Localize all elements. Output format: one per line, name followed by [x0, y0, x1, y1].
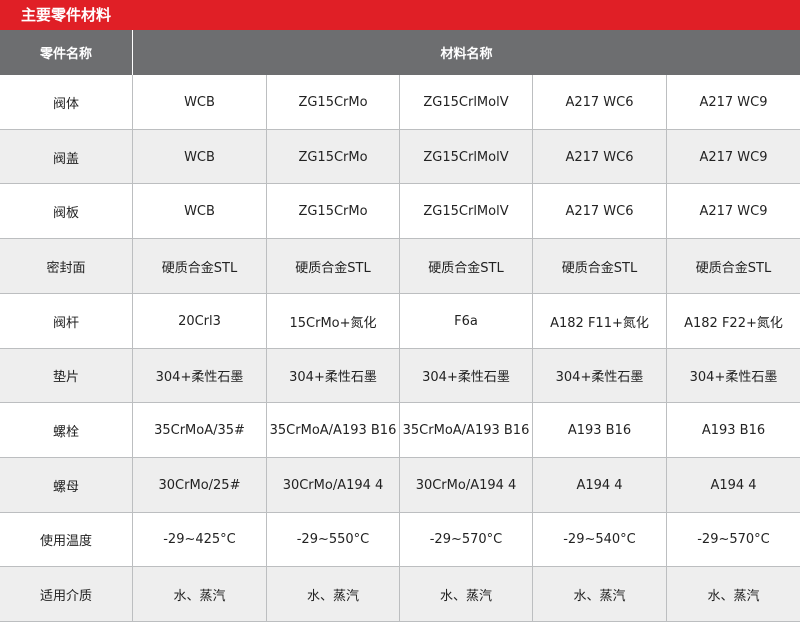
material-cell: A217 WC6	[533, 184, 667, 240]
material-cell: A217 WC6	[533, 129, 667, 185]
table-row: 使用温度 -29~425°C -29~550°C -29~570°C -29~540°C…	[0, 512, 800, 568]
material-cell: 304+柔性石墨	[133, 348, 267, 404]
material-cell: A182 F22+氮化	[684, 315, 783, 331]
material-cell: A194 4	[710, 477, 757, 493]
material-cell: 304+柔性石墨	[400, 348, 533, 404]
material-cell: 水、蒸汽	[533, 567, 667, 622]
material-cell: A182 F11+氮化	[533, 293, 667, 349]
material-cell: A217 WC9	[699, 94, 768, 110]
material-cell: ZG15CrlMolV	[400, 184, 533, 240]
material-cell: A193 B16	[533, 403, 667, 458]
material-cell: ZG15CrMo	[267, 129, 400, 185]
material-cell: 35CrMoA/A193 B16	[267, 403, 400, 458]
material-cell: A217 WC6	[533, 75, 667, 130]
part-name-cell: 螺栓	[0, 403, 133, 458]
material-cell: 水、蒸汽	[267, 567, 400, 622]
table-row: 阀体 WCB ZG15CrMo ZG15CrlMolV A217 WC6 A217 WC9	[0, 75, 800, 130]
material-cell: A217 WC9	[699, 149, 768, 165]
part-name-cell: 阀体	[0, 75, 133, 130]
material-cell: ZG15CrlMolV	[400, 75, 533, 130]
material-cell: 35CrMoA/A193 B16	[400, 403, 533, 458]
table-row: 垫片 304+柔性石墨 304+柔性石墨 304+柔性石墨 304+柔性石墨 304+柔性…	[0, 348, 800, 404]
material-cell: 30CrMo/A194 4	[267, 457, 400, 513]
material-cell: 水、蒸汽	[133, 567, 267, 622]
material-cell: WCB	[133, 129, 267, 185]
material-cell: 硬质合金STL	[267, 239, 400, 294]
material-cell: -29~570°C	[400, 512, 533, 568]
header-part-name: 零件名称	[0, 30, 133, 75]
material-cell: 硬质合金STL	[695, 260, 772, 276]
material-cell: A193 B16	[701, 423, 766, 439]
table-row: 密封面 硬质合金STL 硬质合金STL 硬质合金STL 硬质合金STL 硬质合金STL	[0, 239, 800, 294]
material-cell: -29~550°C	[267, 512, 400, 568]
material-cell: WCB	[133, 75, 267, 130]
material-cell: WCB	[133, 184, 267, 240]
page-title: 主要零件材料	[21, 6, 112, 24]
material-cell: 304+柔性石墨	[267, 348, 400, 404]
material-cell: -29~425°C	[133, 512, 267, 568]
part-name-cell: 适用介质	[0, 567, 133, 622]
table-row: 阀板 WCB ZG15CrMo ZG15CrlMolV A217 WC6 A217 WC9	[0, 184, 800, 240]
material-cell: 水、蒸汽	[707, 589, 760, 605]
material-cell: 30CrMo/25#	[133, 457, 267, 513]
part-name-cell: 使用温度	[0, 512, 133, 568]
material-cell: 硬质合金STL	[400, 239, 533, 294]
material-cell: 20Crl3	[133, 293, 267, 349]
table-row: 适用介质 水、蒸汽 水、蒸汽 水、蒸汽 水、蒸汽 水、蒸汽	[0, 567, 800, 622]
table-row: 螺母 30CrMo/25# 30CrMo/A194 4 30CrMo/A194 4 A1…	[0, 457, 800, 513]
title-bar: 主要零件材料	[0, 0, 800, 30]
material-cell: 304+柔性石墨	[533, 348, 667, 404]
material-cell: F6a	[400, 293, 533, 349]
material-cell: ZG15CrMo	[267, 184, 400, 240]
material-cell: 硬质合金STL	[533, 239, 667, 294]
material-cell: 水、蒸汽	[400, 567, 533, 622]
part-name-cell: 螺母	[0, 457, 133, 513]
table-row: 阀盖 WCB ZG15CrMo ZG15CrlMolV A217 WC6 A217 WC9	[0, 129, 800, 185]
material-cell: 15CrMo+氮化	[267, 293, 400, 349]
material-cell: A194 4	[533, 457, 667, 513]
part-name-cell: 阀杆	[0, 293, 133, 349]
material-cell: ZG15CrlMolV	[400, 129, 533, 185]
material-cell: 304+柔性石墨	[689, 370, 778, 386]
material-cell: A217 WC9	[699, 204, 768, 220]
material-cell: 30CrMo/A194 4	[400, 457, 533, 513]
material-cell: 35CrMoA/35#	[133, 403, 267, 458]
table-row: 螺栓 35CrMoA/35# 35CrMoA/A193 B16 35CrMoA/A19…	[0, 403, 800, 458]
material-cell: -29~570°C	[697, 532, 770, 548]
header-material-name: 材料名称	[133, 30, 800, 75]
part-name-cell: 阀盖	[0, 129, 133, 185]
material-cell: ZG15CrMo	[267, 75, 400, 130]
part-name-cell: 垫片	[0, 348, 133, 404]
part-name-cell: 密封面	[0, 239, 133, 294]
material-cell: 硬质合金STL	[133, 239, 267, 294]
material-cell: -29~540°C	[533, 512, 667, 568]
part-name-cell: 阀板	[0, 184, 133, 240]
table-row: 阀杆 20Crl3 15CrMo+氮化 F6a A182 F11+氮化 A182 F22+…	[0, 293, 800, 349]
